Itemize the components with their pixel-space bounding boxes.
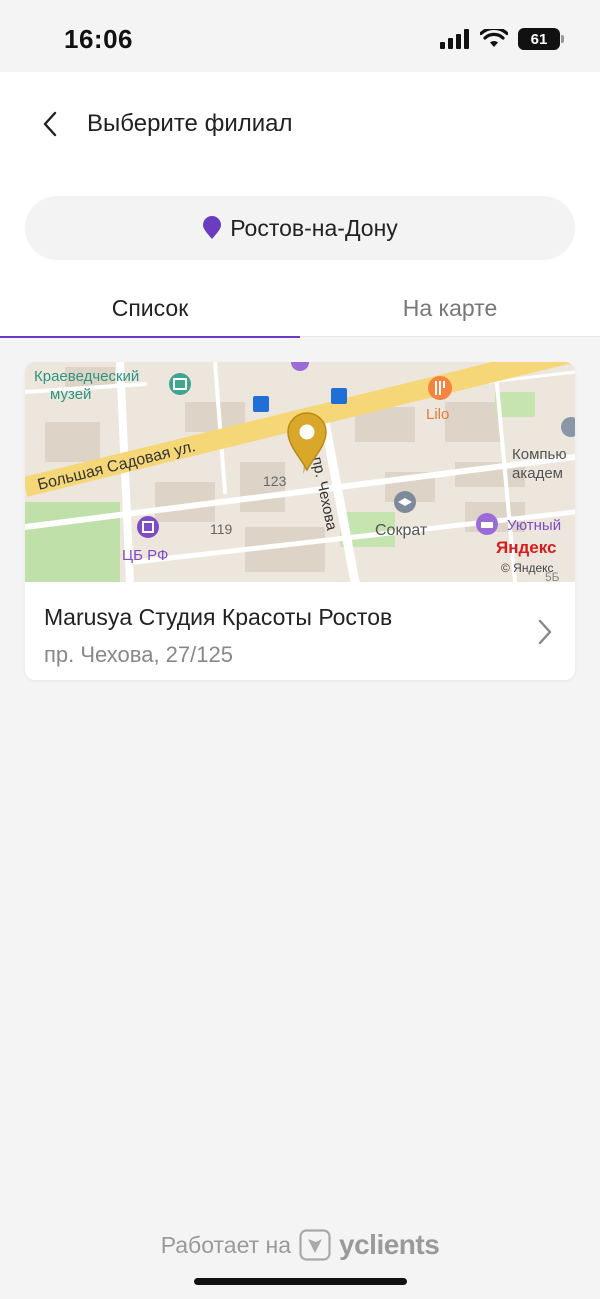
museum-icon: [169, 373, 191, 395]
branch-card[interactable]: Краеведческий музей Большая Садовая ул. …: [25, 362, 575, 680]
tab-map-label: На карте: [402, 295, 498, 321]
map-label-brand: Яндекс: [496, 538, 556, 557]
map-label-company-line1: Компью: [512, 446, 567, 463]
city-selector[interactable]: Ростов-на-Дону: [25, 196, 575, 260]
status-time: 16:06: [64, 24, 133, 54]
page-title: Выберите филиал: [87, 110, 293, 137]
chevron-left-icon: [43, 111, 57, 137]
back-button[interactable]: [34, 108, 66, 140]
map-label-copyright: © Яндекс: [501, 561, 554, 575]
branch-name: Marusya Студия Красоты Ростов: [44, 604, 393, 630]
city-name: Ростов-на-Дону: [230, 214, 398, 241]
status-icons: 61: [440, 28, 564, 50]
bank-icon: [137, 516, 159, 538]
tab-list-label: Список: [111, 295, 189, 321]
map-label-house-119: 119: [210, 521, 233, 537]
tabs: Список На карте: [0, 280, 600, 338]
header: Выберите филиал Ростов-на-Дону Список На…: [0, 72, 600, 338]
yclients-logo-icon: [299, 1229, 331, 1261]
wifi-icon: [480, 29, 508, 47]
status-bar: 16:06 61: [0, 0, 600, 72]
battery-icon: 61: [518, 28, 564, 50]
restaurant-icon: [428, 376, 452, 400]
map-label-company-line2: академ: [512, 465, 563, 482]
map-label-museum-line1: Краеведческий: [34, 368, 139, 385]
powered-by-text: Работает на: [160, 1231, 292, 1258]
university-icon: [394, 491, 416, 513]
map-label-house-123: 123: [263, 473, 287, 489]
brand-name: yclients: [339, 1229, 440, 1260]
location-pin-icon: [203, 216, 222, 239]
tab-map[interactable]: На карте: [300, 280, 600, 337]
branch-address: пр. Чехова, 27/125: [44, 642, 233, 667]
branch-info: Marusya Студия Красоты Ростов пр. Чехова…: [25, 582, 575, 680]
signal-icon: [440, 29, 469, 49]
map-label-lilo: Lilo: [426, 406, 449, 423]
map-label-sokrat: Сократ: [375, 522, 428, 539]
chevron-right-icon: [538, 619, 552, 645]
footer: Работает на yclients: [0, 1228, 600, 1262]
tab-list[interactable]: Список: [0, 280, 300, 338]
hotel-icon: [476, 513, 498, 535]
battery-level: 61: [530, 30, 548, 48]
map-label-museum-line2: музей: [50, 386, 91, 403]
home-indicator: [194, 1278, 407, 1285]
map-label-hotel: Уютный: [507, 517, 561, 534]
branch-map: Краеведческий музей Большая Садовая ул. …: [25, 362, 575, 582]
map-label-bank: ЦБ РФ: [122, 547, 168, 564]
